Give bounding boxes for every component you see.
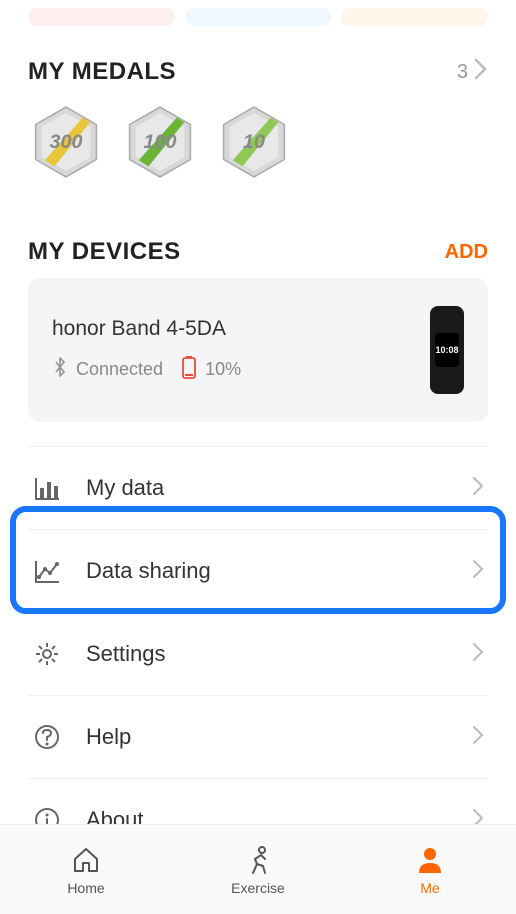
- line-chart-icon: [32, 556, 62, 586]
- nav-label: Exercise: [231, 880, 285, 896]
- medals-title: MY MEDALS: [28, 58, 176, 86]
- nav-home[interactable]: Home: [0, 825, 172, 914]
- svg-text:300: 300: [50, 131, 83, 153]
- chevron-right-icon: [472, 642, 484, 667]
- medal-item[interactable]: 300: [28, 104, 104, 180]
- summary-card[interactable]: [341, 8, 488, 26]
- info-icon: [32, 805, 62, 824]
- medals-header[interactable]: MY MEDALS 3: [28, 40, 488, 98]
- gear-icon: [32, 639, 62, 669]
- nav-label: Me: [420, 880, 439, 896]
- summary-card[interactable]: [185, 8, 332, 26]
- menu-label: Data sharing: [86, 558, 472, 584]
- menu-list: My data Data sharing Settings: [28, 446, 488, 824]
- menu-label: Help: [86, 724, 472, 750]
- content-scroll[interactable]: MY MEDALS 3 300: [0, 0, 516, 824]
- menu-item-about[interactable]: About: [28, 779, 488, 824]
- bottom-nav: Home Exercise Me: [0, 824, 516, 914]
- menu-label: Settings: [86, 641, 472, 667]
- svg-text:100: 100: [144, 131, 177, 153]
- device-status-row: Connected 10%: [52, 355, 430, 384]
- summary-card[interactable]: [28, 8, 175, 26]
- nav-me[interactable]: Me: [344, 825, 516, 914]
- medal-item[interactable]: 10: [216, 104, 292, 180]
- medal-item[interactable]: 100: [122, 104, 198, 180]
- chevron-right-icon: [474, 58, 488, 86]
- medals-list: 300 100 10: [28, 98, 488, 220]
- device-info: honor Band 4-5DA Connected 10%: [52, 317, 430, 384]
- nav-exercise[interactable]: Exercise: [172, 825, 344, 914]
- chevron-right-icon: [472, 476, 484, 501]
- person-icon: [414, 844, 446, 876]
- exercise-icon: [242, 844, 274, 876]
- device-name: honor Band 4-5DA: [52, 317, 430, 341]
- medals-count-link[interactable]: 3: [457, 58, 488, 86]
- menu-item-data-sharing[interactable]: Data sharing: [28, 530, 488, 613]
- device-card[interactable]: honor Band 4-5DA Connected 10%: [28, 278, 488, 422]
- menu-item-my-data[interactable]: My data: [28, 447, 488, 530]
- connection-status: Connected: [52, 356, 163, 383]
- bar-chart-icon: [32, 473, 62, 503]
- help-icon: [32, 722, 62, 752]
- connection-label: Connected: [76, 359, 163, 380]
- menu-label: About: [86, 807, 472, 824]
- nav-label: Home: [67, 880, 104, 896]
- battery-percent: 10%: [205, 359, 241, 380]
- devices-title: MY DEVICES: [28, 238, 181, 266]
- menu-label: My data: [86, 475, 472, 501]
- svg-text:10: 10: [243, 131, 265, 153]
- device-screen: 10:08: [435, 333, 459, 367]
- app-container: MY MEDALS 3 300: [0, 0, 516, 914]
- battery-status: 10%: [181, 355, 241, 384]
- bluetooth-icon: [52, 356, 68, 383]
- chevron-right-icon: [472, 725, 484, 750]
- device-image: 10:08: [430, 306, 464, 394]
- add-device-button[interactable]: ADD: [445, 241, 488, 264]
- chevron-right-icon: [472, 559, 484, 584]
- devices-header: MY DEVICES ADD: [28, 220, 488, 278]
- menu-item-settings[interactable]: Settings: [28, 613, 488, 696]
- chevron-right-icon: [472, 808, 484, 825]
- home-icon: [70, 844, 102, 876]
- medals-count: 3: [457, 61, 468, 84]
- menu-item-help[interactable]: Help: [28, 696, 488, 779]
- top-summary-cards: [28, 0, 488, 40]
- battery-low-icon: [181, 355, 197, 384]
